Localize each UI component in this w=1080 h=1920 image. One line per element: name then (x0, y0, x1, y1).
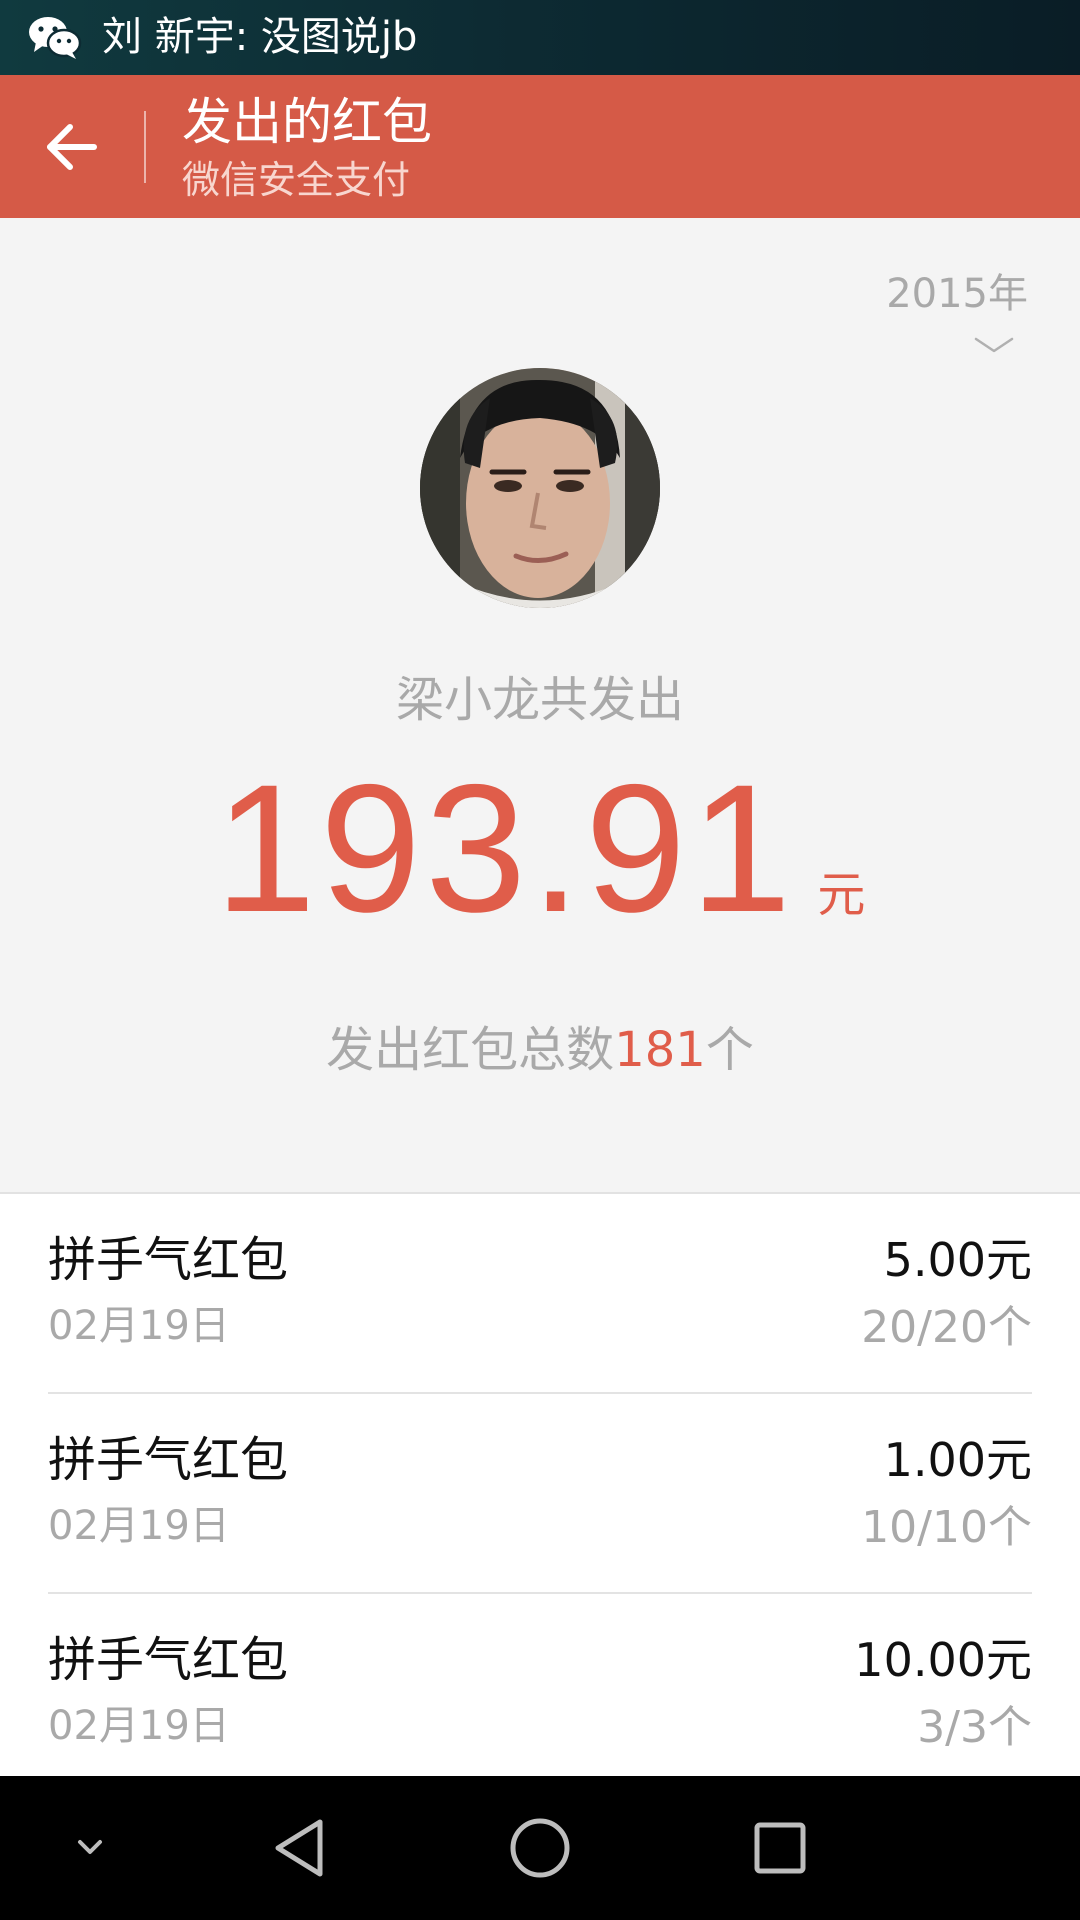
item-count: 3/3个 (917, 1702, 1032, 1753)
amount-unit: 元 (817, 867, 866, 923)
year-label: 2015年 (886, 271, 1028, 317)
item-title: 拼手气红包 (48, 1632, 289, 1688)
back-triangle-icon (275, 1819, 323, 1877)
home-circle-icon (510, 1818, 570, 1878)
hide-keyboard-button[interactable] (50, 1808, 130, 1888)
status-bar: 刘 新宇: 没图说jb (0, 0, 1080, 75)
total-amount: 193.91 元 (0, 748, 1080, 948)
navigation-bar (0, 1776, 1080, 1920)
item-count: 10/10个 (861, 1502, 1032, 1553)
item-amount: 5.00元 (883, 1233, 1032, 1287)
total-count: 发出红包总数181个 (0, 1018, 1080, 1082)
item-date: 02月19日 (48, 1503, 230, 1549)
item-count: 20/20个 (861, 1302, 1032, 1353)
header: 发出的红包 微信安全支付 (0, 75, 1080, 218)
back-button[interactable] (30, 111, 114, 183)
count-value: 181 (614, 1022, 706, 1078)
item-title: 拼手气红包 (48, 1232, 289, 1288)
list-item[interactable]: 拼手气红包 02月19日 10.00元 3/3个 (0, 1594, 1080, 1776)
count-suffix: 个 (705, 1022, 754, 1078)
item-date: 02月19日 (48, 1703, 230, 1749)
nav-back-button[interactable] (260, 1808, 340, 1888)
header-divider (144, 111, 146, 183)
year-selector[interactable]: 2015年 (828, 266, 1028, 353)
hide-keyboard-icon (78, 1840, 102, 1854)
back-arrow-icon (47, 124, 97, 170)
list-item[interactable]: 拼手气红包 02月19日 1.00元 10/10个 (0, 1394, 1080, 1594)
page-title: 发出的红包 (182, 93, 432, 151)
summary-section: 2015年 梁小龙共发出 193.91 元 发出红包总数181个 (0, 218, 1080, 1192)
amount-value: 193.91 (214, 746, 796, 950)
item-amount: 10.00元 (854, 1633, 1032, 1687)
red-packet-list: 拼手气红包 02月19日 5.00元 20/20个 拼手气红包 02月19日 1… (0, 1194, 1080, 1776)
sender-label: 梁小龙共发出 (395, 672, 684, 728)
item-title: 拼手气红包 (48, 1432, 289, 1488)
item-date: 02月19日 (48, 1303, 230, 1349)
list-item[interactable]: 拼手气红包 02月19日 5.00元 20/20个 (0, 1194, 1080, 1394)
nav-recents-button[interactable] (740, 1808, 820, 1888)
recents-square-icon (754, 1822, 806, 1874)
chevron-down-icon (974, 337, 1014, 353)
avatar (420, 368, 660, 608)
item-amount: 1.00元 (883, 1433, 1032, 1487)
nav-home-button[interactable] (500, 1808, 580, 1888)
page-subtitle: 微信安全支付 (182, 158, 411, 202)
wechat-icon (29, 17, 82, 59)
notification-text: 刘 新宇: 没图说jb (102, 14, 418, 60)
count-prefix: 发出红包总数 (326, 1022, 615, 1078)
